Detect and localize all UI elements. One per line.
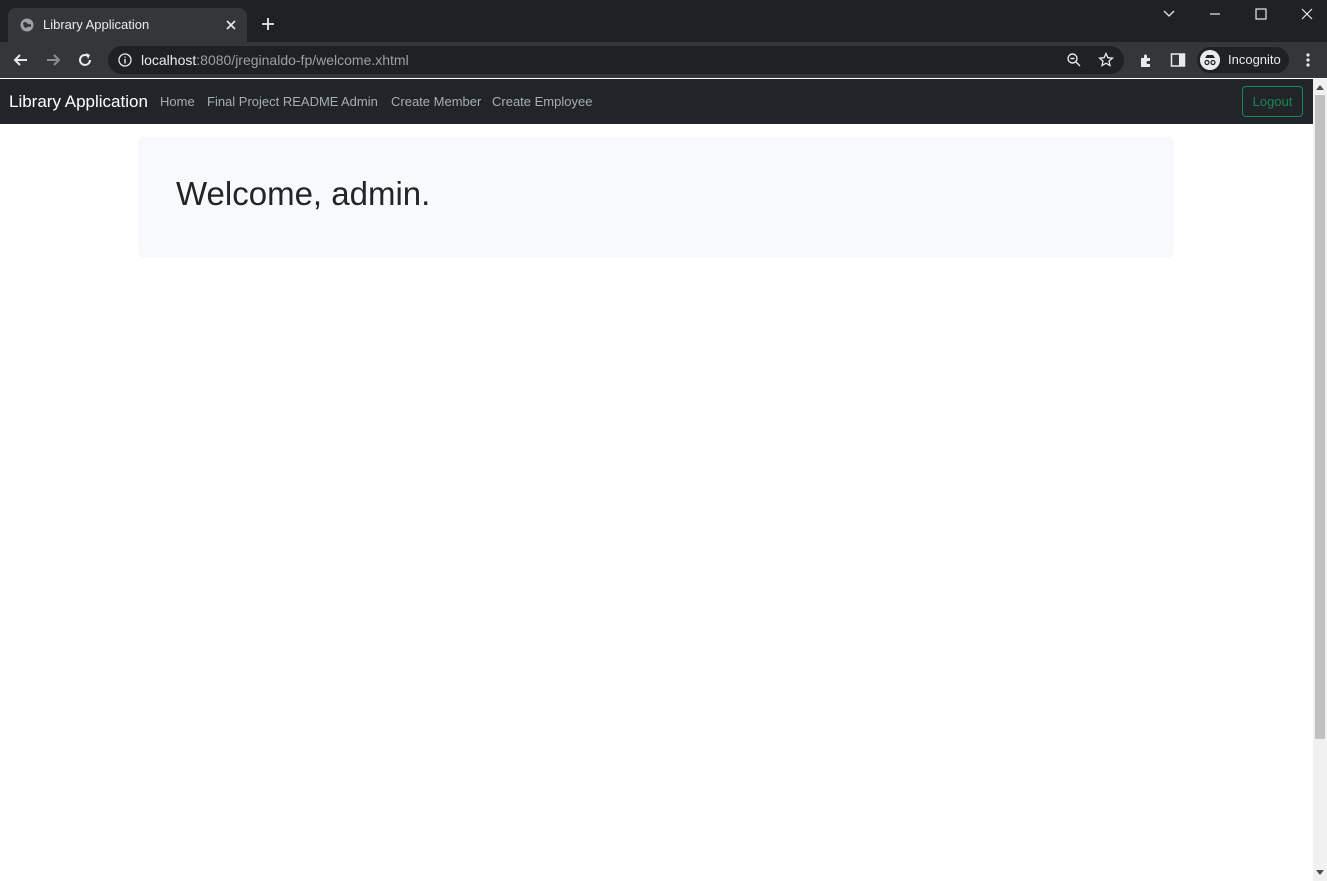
site-navbar: Library Application Home Final Project R…: [0, 79, 1313, 124]
navbar-brand[interactable]: Library Application: [9, 92, 148, 112]
star-icon[interactable]: [1098, 52, 1114, 68]
minimize-icon[interactable]: [1205, 5, 1225, 23]
url-host: localhost: [141, 52, 197, 68]
new-tab-icon[interactable]: [259, 15, 277, 33]
welcome-heading: Welcome, admin.: [176, 175, 431, 212]
browser-tab[interactable]: Library Application: [8, 8, 247, 42]
nav-link-create-employee[interactable]: Create Employee: [492, 94, 592, 109]
browser-tab-strip: Library Application: [0, 0, 1327, 42]
nav-link-home[interactable]: Home: [160, 94, 195, 109]
zoom-out-icon[interactable]: [1066, 52, 1082, 68]
extensions-icon[interactable]: [1138, 52, 1154, 68]
page-scrollbar[interactable]: [1313, 79, 1327, 881]
browser-toolbar: localhost:8080/jreginaldo-fp/welcome.xht…: [0, 42, 1327, 78]
nav-link-create-member[interactable]: Create Member: [391, 94, 481, 109]
chevron-down-icon[interactable]: [1159, 5, 1179, 23]
address-bar[interactable]: localhost:8080/jreginaldo-fp/welcome.xht…: [108, 46, 1124, 74]
nav-link-admin[interactable]: Admin: [341, 94, 378, 109]
window-close-icon[interactable]: [1297, 5, 1317, 23]
incognito-profile-button[interactable]: Incognito: [1197, 47, 1289, 73]
globe-icon: [20, 18, 34, 32]
forward-arrow-icon[interactable]: [43, 50, 63, 70]
side-panel-icon[interactable]: [1170, 52, 1186, 68]
scrollbar-thumb[interactable]: [1315, 95, 1325, 739]
info-icon[interactable]: [118, 53, 132, 67]
logout-button[interactable]: Logout: [1242, 86, 1303, 117]
url-text: localhost:8080/jreginaldo-fp/welcome.xht…: [141, 52, 409, 68]
scroll-up-arrow-icon[interactable]: [1316, 85, 1324, 90]
more-menu-icon[interactable]: [1301, 51, 1315, 69]
reload-icon[interactable]: [75, 50, 95, 70]
url-path: :8080/jreginaldo-fp/welcome.xhtml: [196, 52, 409, 68]
scroll-down-arrow-icon[interactable]: [1316, 870, 1324, 875]
tab-title: Library Application: [43, 17, 150, 32]
incognito-icon: [1200, 50, 1220, 70]
welcome-panel: Welcome, admin.: [138, 137, 1174, 258]
nav-link-readme[interactable]: Final Project README: [207, 94, 338, 109]
back-arrow-icon[interactable]: [11, 50, 31, 70]
incognito-label: Incognito: [1228, 52, 1281, 67]
close-icon[interactable]: [224, 18, 238, 32]
maximize-icon[interactable]: [1251, 5, 1271, 23]
